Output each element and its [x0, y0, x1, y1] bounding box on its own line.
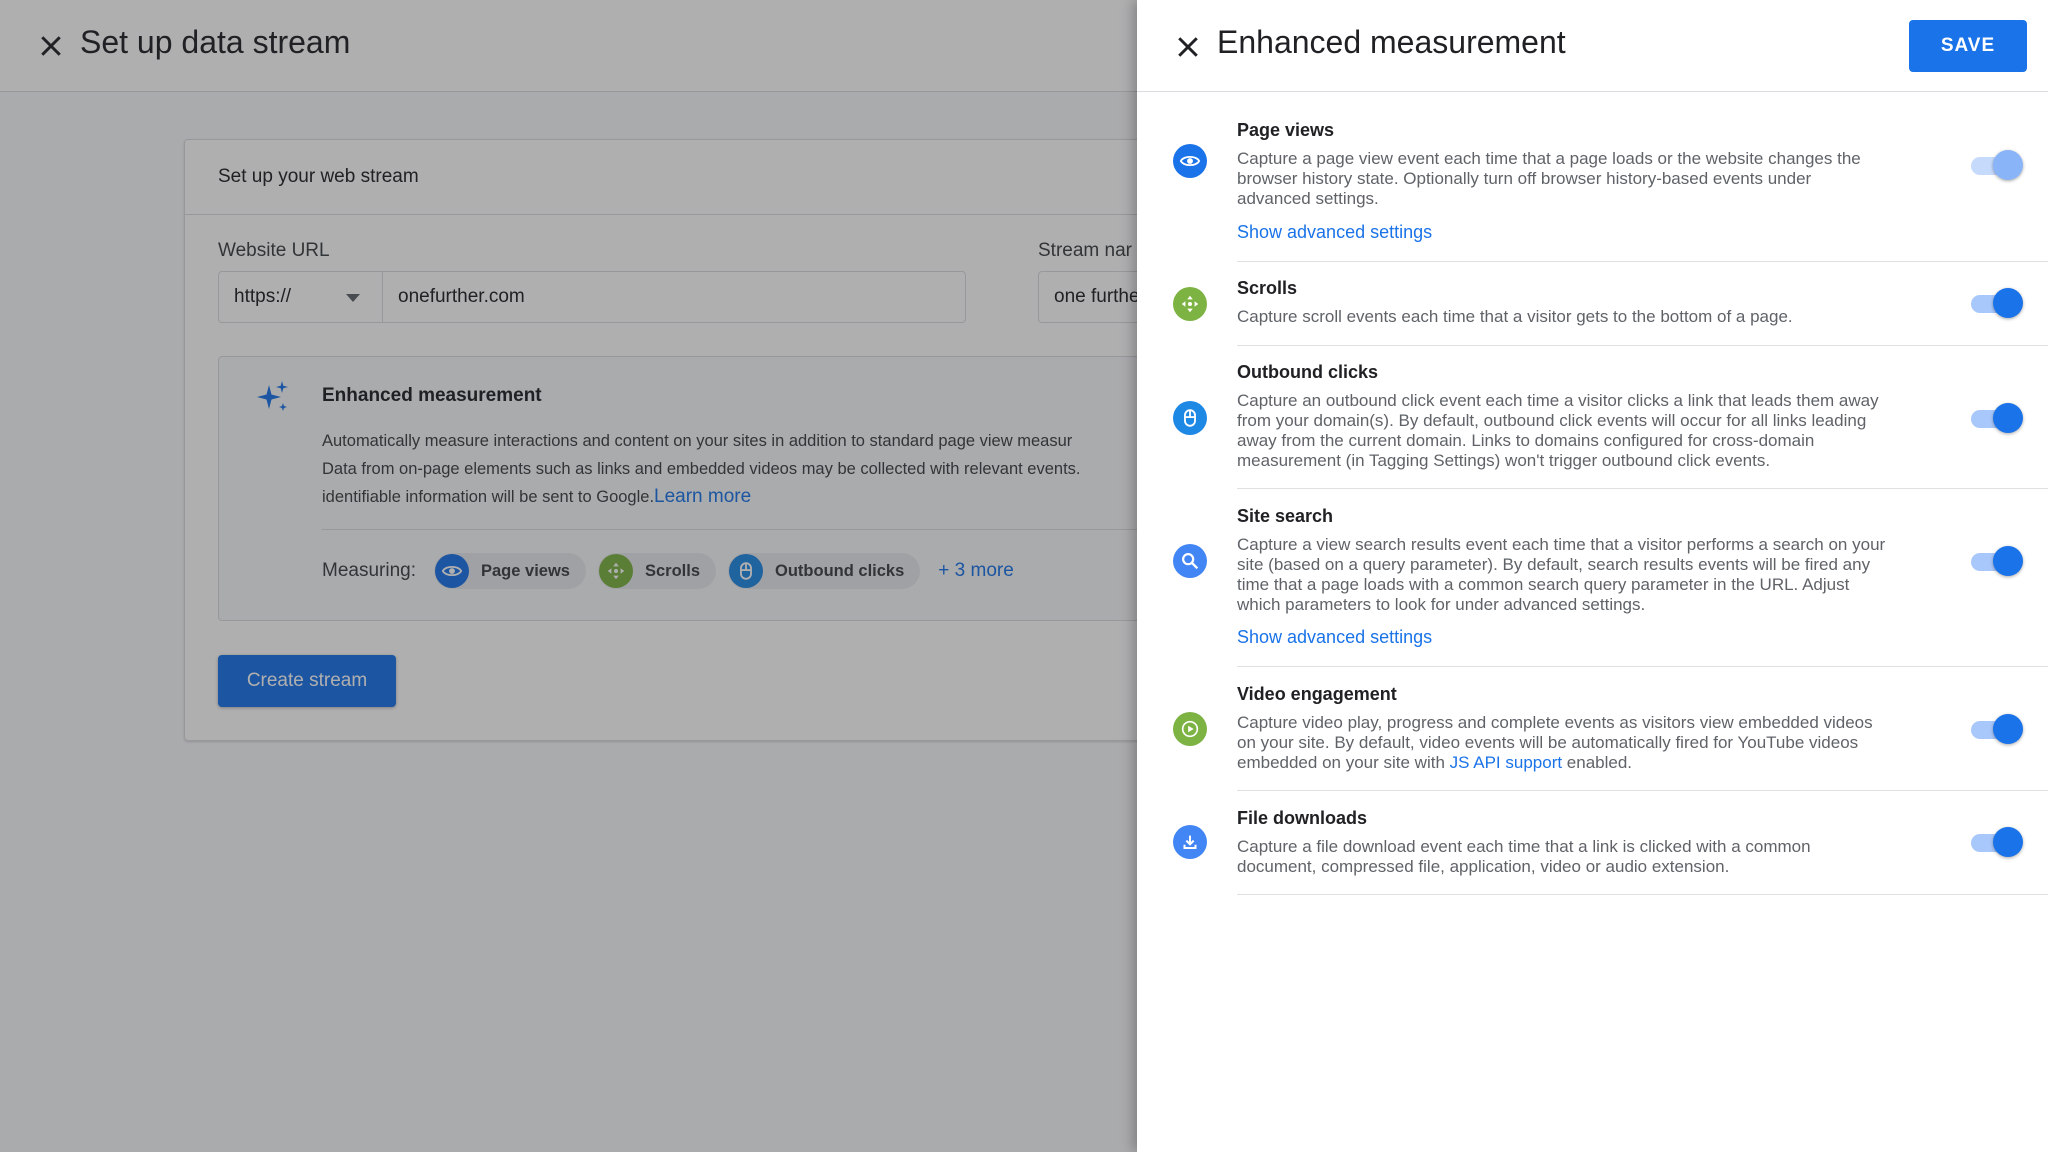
- setting-outbound-clicks: Outbound clicks Capture an outbound clic…: [1137, 346, 2048, 489]
- eye-icon: [1173, 144, 1207, 178]
- setting-title: Site search: [1237, 506, 1334, 526]
- scroll-icon: [1173, 287, 1207, 321]
- desc-line: Capture a page view event each time that…: [1237, 149, 1861, 168]
- scrolls-toggle[interactable]: [1971, 286, 2023, 320]
- desc-line: Capture an outbound click event each tim…: [1237, 391, 1879, 410]
- desc-line: measurement (in Tagging Settings) won't …: [1237, 451, 1771, 470]
- desc-line: advanced settings.: [1237, 189, 1379, 208]
- setting-description: Capture a view search results event each…: [1237, 535, 1957, 615]
- desc-line: document, compressed file, application, …: [1237, 857, 1730, 876]
- outbound-clicks-toggle[interactable]: [1971, 401, 2023, 435]
- setting-scrolls: Scrolls Capture scroll events each time …: [1137, 262, 2048, 346]
- close-icon[interactable]: [1173, 32, 1203, 62]
- show-advanced-settings-link[interactable]: Show advanced settings: [1237, 222, 1432, 243]
- panel-title: Enhanced measurement: [1217, 24, 1566, 60]
- setting-video-engagement: Video engagement Capture video play, pro…: [1137, 667, 2048, 791]
- setting-title: Page views: [1237, 120, 1335, 140]
- toggle-knob: [1993, 714, 2023, 744]
- setting-title: File downloads: [1237, 808, 1368, 828]
- desc-line: Capture scroll events each time that a v…: [1237, 307, 1793, 326]
- divider: [1237, 894, 2048, 895]
- setting-description: Capture video play, progress and complet…: [1237, 713, 1957, 773]
- mouse-icon: [1173, 401, 1207, 435]
- download-icon: [1173, 825, 1207, 859]
- desc-line: site (based on a query parameter). By de…: [1237, 555, 1871, 574]
- toggle-knob: [1993, 403, 2023, 433]
- setting-title: Outbound clicks: [1237, 362, 1379, 382]
- desc-line: browser history state. Optionally turn o…: [1237, 169, 1812, 188]
- toggle-knob: [1993, 150, 2023, 180]
- setting-description: Capture a page view event each time that…: [1237, 149, 1957, 209]
- video-engagement-toggle[interactable]: [1971, 712, 2023, 746]
- show-advanced-settings-link[interactable]: Show advanced settings: [1237, 627, 1432, 648]
- setting-description: Capture a file download event each time …: [1237, 837, 1957, 877]
- desc-line: Capture a file download event each time …: [1237, 837, 1811, 856]
- toggle-knob: [1993, 288, 2023, 318]
- toggle-knob: [1993, 546, 2023, 576]
- desc-line: on your site. By default, video events w…: [1237, 733, 1859, 752]
- panel-header: Enhanced measurement SAVE: [1137, 0, 2048, 92]
- save-button[interactable]: SAVE: [1909, 20, 2027, 72]
- desc-line: which parameters to look for under advan…: [1237, 595, 1646, 614]
- site-search-toggle[interactable]: [1971, 544, 2023, 578]
- desc-line: time that a page loads with a common sea…: [1237, 575, 1850, 594]
- setting-title: Scrolls: [1237, 278, 1298, 298]
- page-views-toggle[interactable]: [1971, 148, 2023, 182]
- modal-scrim[interactable]: [0, 0, 1137, 1152]
- setting-site-search: Site search Capture a view search result…: [1137, 489, 2048, 667]
- desc-line: from your domain(s). By default, outboun…: [1237, 411, 1867, 430]
- desc-line: away from the current domain. Links to d…: [1237, 431, 1815, 450]
- file-downloads-toggle[interactable]: [1971, 825, 2023, 859]
- toggle-knob: [1993, 827, 2023, 857]
- play-icon: [1173, 712, 1207, 746]
- desc-line: Capture a view search results event each…: [1237, 535, 1886, 554]
- search-icon: [1173, 544, 1207, 578]
- desc-line: enabled.: [1562, 753, 1633, 772]
- setting-page-views: Page views Capture a page view event eac…: [1137, 92, 2048, 262]
- setting-title: Video engagement: [1237, 684, 1397, 704]
- desc-line: embedded on your site with: [1237, 753, 1450, 772]
- enhanced-measurement-panel: Enhanced measurement SAVE Page views Cap…: [1137, 0, 2048, 1152]
- setting-description: Capture an outbound click event each tim…: [1237, 391, 1957, 471]
- desc-line: Capture video play, progress and complet…: [1237, 713, 1873, 732]
- js-api-support-link[interactable]: JS API support: [1450, 753, 1562, 772]
- setting-description: Capture scroll events each time that a v…: [1237, 307, 1957, 327]
- setting-file-downloads: File downloads Capture a file download e…: [1137, 791, 2048, 895]
